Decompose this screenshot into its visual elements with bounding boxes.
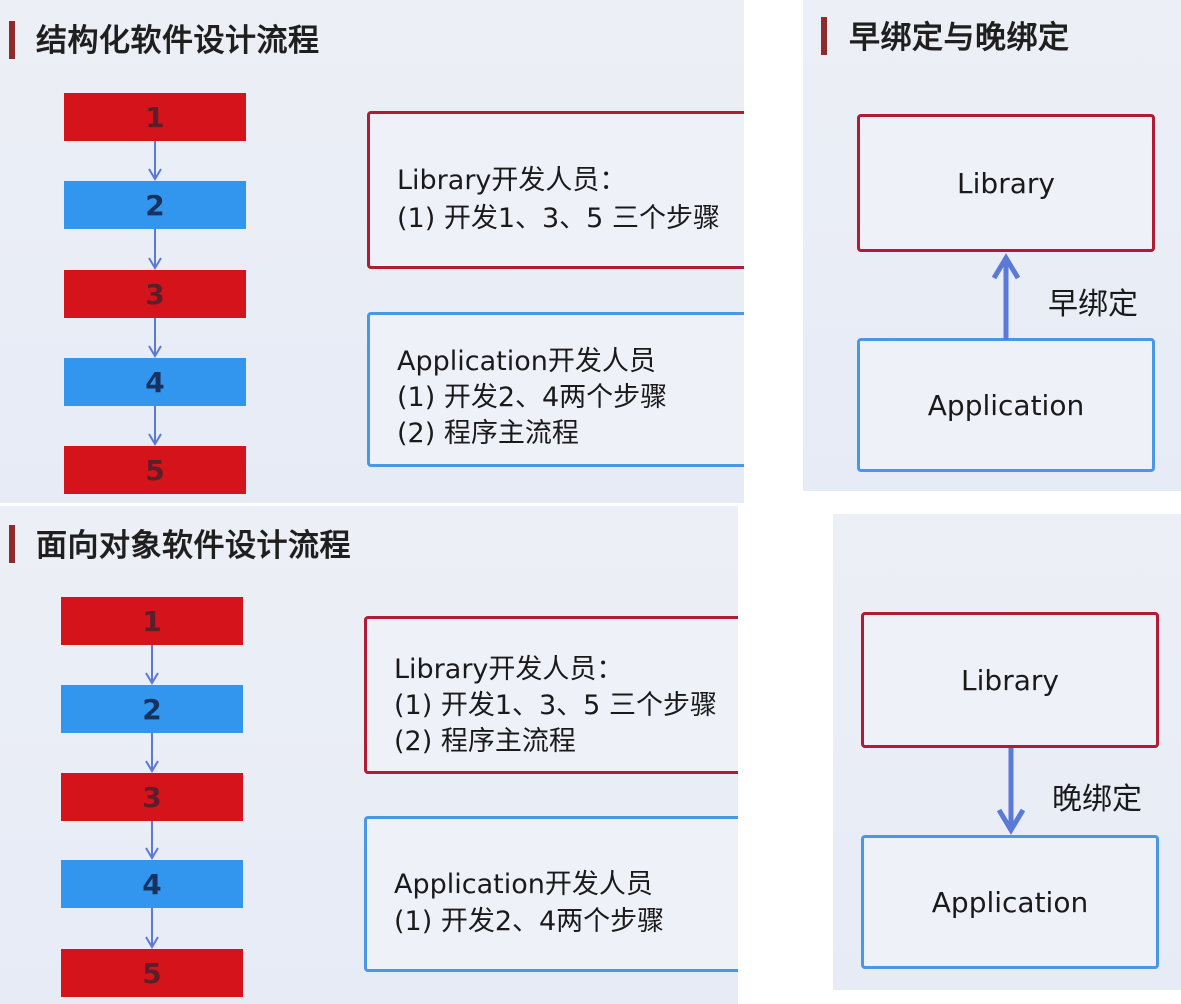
box-line: (2) 程序主流程 [394, 726, 576, 757]
box-line: Application开发人员 [397, 346, 656, 377]
box-line: Library开发人员： [394, 654, 624, 685]
step-2: 2 [61, 685, 243, 733]
title-accent-bar [9, 525, 15, 563]
arrow-down-icon [996, 748, 1026, 835]
step-4: 4 [61, 860, 243, 908]
box-line: Library开发人员： [397, 165, 627, 196]
step-5: 5 [64, 446, 246, 494]
arrow-down-icon [148, 229, 162, 270]
application-developer-box: Application开发人员 (1) 开发2、4两个步骤 (2) 程序主流程 [367, 312, 744, 467]
step-1: 1 [64, 93, 246, 141]
title-accent-bar [9, 21, 15, 59]
arrow-down-icon [145, 645, 159, 685]
box-line: (1) 开发1、3、5 三个步骤 [394, 690, 717, 721]
arrow-down-icon [145, 733, 159, 773]
box-line: (1) 开发1、3、5 三个步骤 [397, 203, 720, 234]
step-5: 5 [61, 949, 243, 997]
object-oriented-title: 面向对象软件设计流程 [36, 528, 351, 564]
library-developer-box: Library开发人员： (1) 开发1、3、5 三个步骤 [367, 111, 744, 269]
early-binding-panel: 早绑定与晚绑定 Library Application 早绑定 [803, 0, 1181, 491]
title-accent-bar [821, 17, 827, 55]
arrow-down-icon [145, 908, 159, 949]
composite-slides: 结构化软件设计流程 1 2 3 4 5 Library开发人员： (1) 开发1… [0, 0, 1181, 1004]
application-box: Application [857, 338, 1155, 472]
early-late-binding-title: 早绑定与晚绑定 [849, 20, 1070, 56]
arrow-down-icon [148, 141, 162, 181]
library-developer-box: Library开发人员： (1) 开发1、3、5 三个步骤 (2) 程序主流程 [364, 616, 738, 774]
object-oriented-design-panel: 面向对象软件设计流程 1 2 3 4 5 Library开发人员： (1) 开发… [0, 506, 738, 1004]
application-developer-box: Application开发人员 (1) 开发2、4两个步骤 [364, 816, 738, 972]
late-binding-label: 晚绑定 [1052, 782, 1142, 817]
step-3: 3 [61, 773, 243, 821]
step-2: 2 [64, 181, 246, 229]
step-1: 1 [61, 597, 243, 645]
step-3: 3 [64, 270, 246, 318]
application-box: Application [861, 835, 1159, 969]
arrow-down-icon [145, 821, 159, 860]
step-4: 4 [64, 358, 246, 406]
arrow-up-icon [991, 253, 1021, 340]
early-binding-label: 早绑定 [1048, 287, 1138, 322]
box-line: Application开发人员 [394, 869, 653, 900]
box-line: (1) 开发2、4两个步骤 [394, 906, 665, 937]
structured-design-panel: 结构化软件设计流程 1 2 3 4 5 Library开发人员： (1) 开发1… [0, 0, 744, 503]
arrow-down-icon [148, 318, 162, 358]
structured-title: 结构化软件设计流程 [36, 23, 320, 59]
arrow-down-icon [148, 406, 162, 446]
library-box: Library [861, 612, 1159, 748]
late-binding-panel: Library Application 晚绑定 [833, 514, 1181, 990]
box-line: (1) 开发2、4两个步骤 [397, 382, 668, 413]
box-line: (2) 程序主流程 [397, 418, 579, 449]
library-box: Library [857, 114, 1155, 252]
